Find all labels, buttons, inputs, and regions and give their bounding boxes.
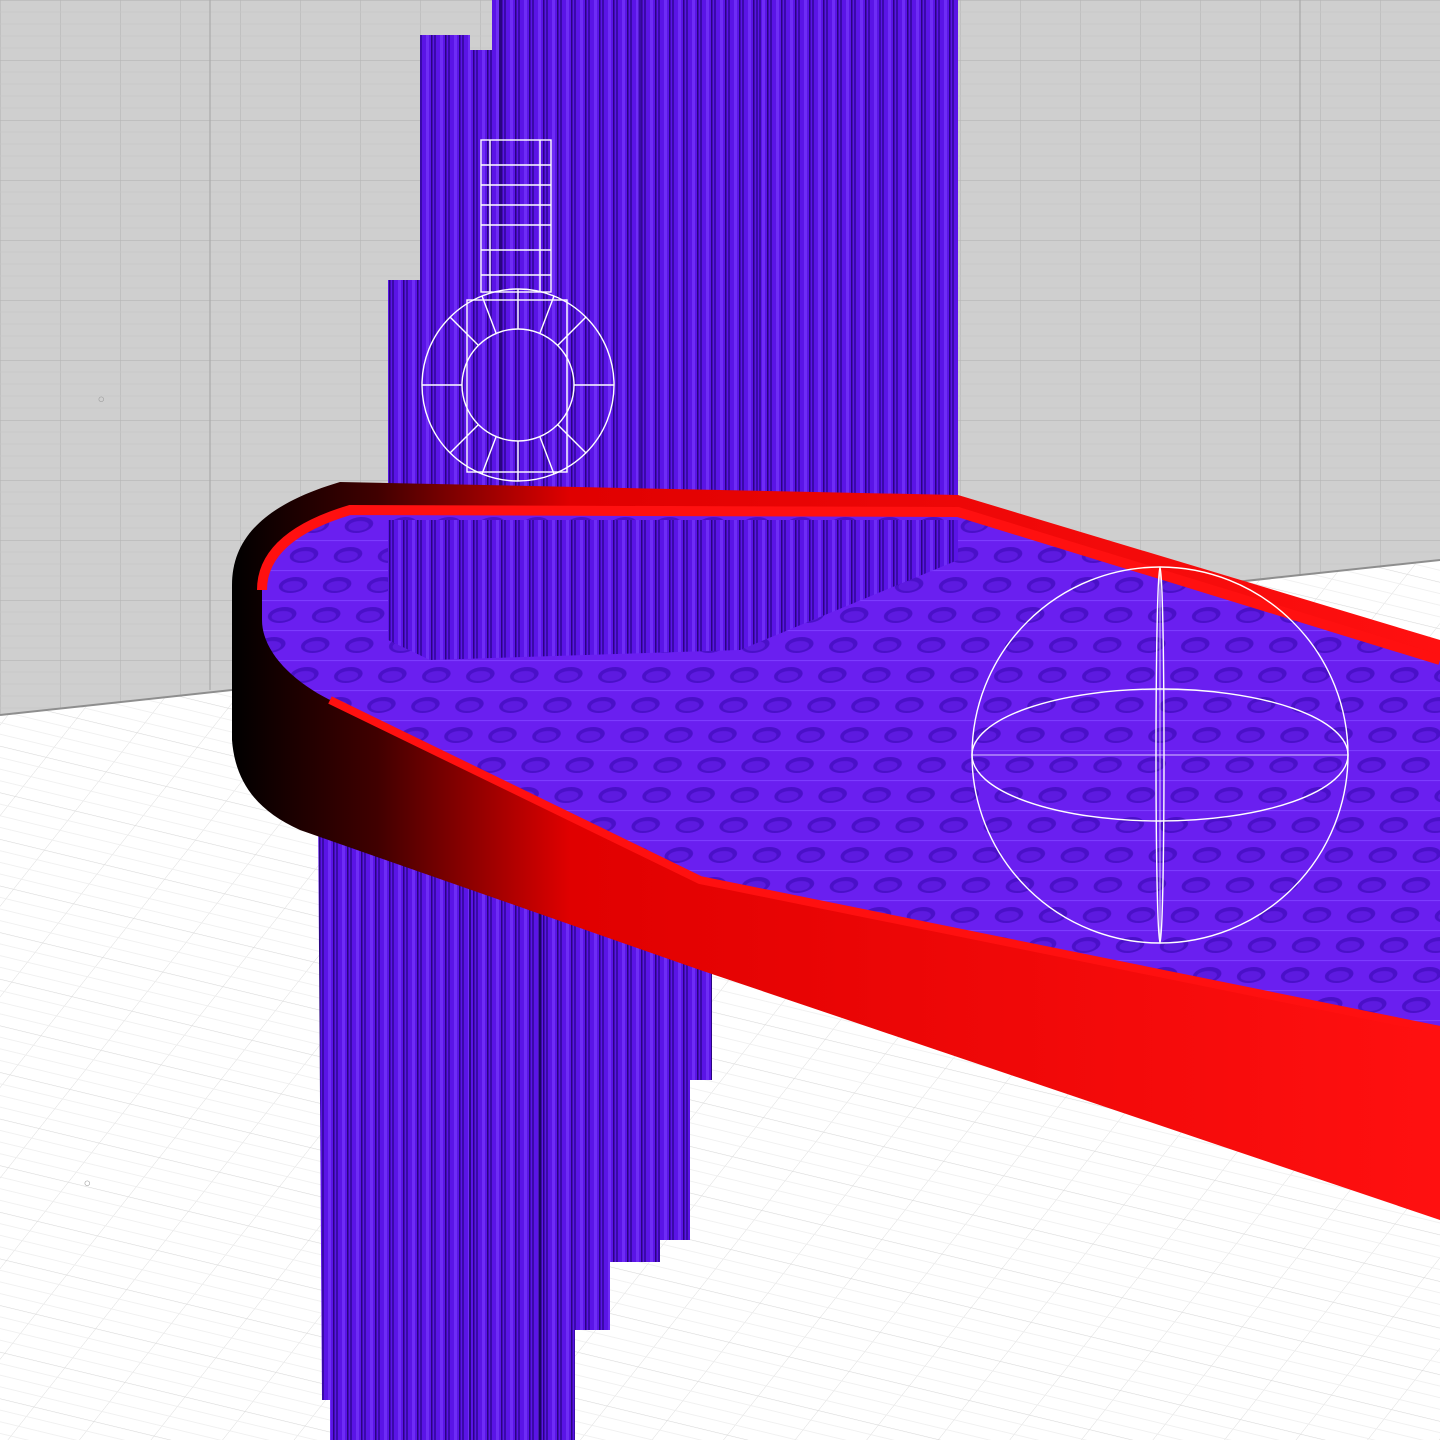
scene-canvas[interactable]: ◦ ◦ [0,0,1440,1440]
wall-grid-marker: ◦ [96,390,107,411]
floor-grid-marker: ◦ [82,1174,93,1195]
3d-viewport[interactable]: ◦ ◦ [0,0,1440,1440]
